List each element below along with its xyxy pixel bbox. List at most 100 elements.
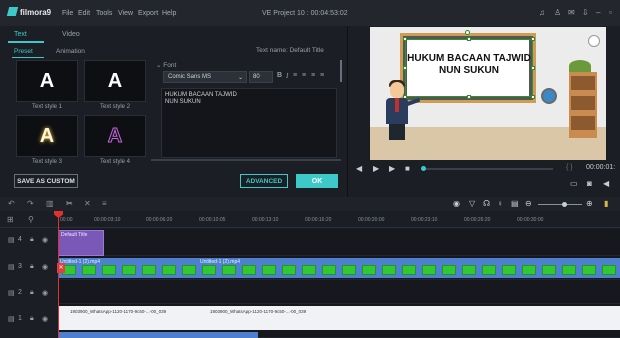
- menu-help[interactable]: Help: [162, 10, 176, 17]
- track-lane[interactable]: [58, 229, 620, 256]
- rotate-handle[interactable]: [465, 30, 470, 35]
- tab-text[interactable]: Text: [14, 31, 27, 38]
- lock-icon[interactable]: 🔒︎: [30, 315, 34, 323]
- zoom-out-icon[interactable]: ⊖: [525, 199, 532, 208]
- lock-icon[interactable]: 🔒︎: [30, 289, 34, 297]
- menu-view[interactable]: View: [118, 10, 133, 17]
- maximize-icon[interactable]: ▫: [609, 8, 612, 17]
- menu-export[interactable]: Export: [138, 10, 158, 17]
- align-right-icon[interactable]: ≡: [311, 72, 315, 79]
- link-icon[interactable]: ⚲: [28, 215, 34, 224]
- eye-icon[interactable]: ◉: [42, 289, 48, 297]
- ok-button[interactable]: OK: [296, 174, 338, 188]
- adjust-icon[interactable]: ≡: [102, 199, 107, 208]
- italic-button[interactable]: I: [286, 72, 288, 80]
- video-preview[interactable]: HUKUM BACAAN TAJWID NUN SUKUN: [370, 27, 606, 160]
- audio-mixer-icon[interactable]: ☊: [483, 199, 490, 208]
- render-icon[interactable]: ◉: [453, 199, 460, 208]
- volume-icon[interactable]: ◀: [603, 179, 609, 188]
- undo-icon[interactable]: ↶: [8, 199, 15, 208]
- menu-tools[interactable]: Tools: [96, 10, 112, 17]
- font-size-select[interactable]: 80: [249, 71, 273, 83]
- font-family-select[interactable]: Comic Sans MS ⌄: [163, 71, 247, 83]
- ruler-label: 00:00:13:10: [252, 217, 279, 223]
- previous-frame-icon[interactable]: ◀: [356, 164, 362, 173]
- play-icon[interactable]: ▶: [373, 164, 379, 173]
- menu-edit[interactable]: Edit: [78, 10, 90, 17]
- playback-progress-knob[interactable]: [421, 166, 426, 171]
- ruler-label: 00:00: [60, 217, 73, 223]
- clip-thumbnail: [382, 265, 396, 275]
- zoom-slider[interactable]: [538, 204, 582, 205]
- voiceover-icon[interactable]: ▤: [511, 199, 519, 208]
- resize-handle[interactable]: [531, 95, 535, 99]
- text-style-card-1[interactable]: A: [16, 60, 78, 102]
- clip-thumbnail: [102, 265, 116, 275]
- ruler-label: 00:00:26:20: [464, 217, 491, 223]
- align-center-icon[interactable]: ≡: [302, 72, 306, 79]
- clip-thumbnail: [222, 265, 236, 275]
- mail-icon[interactable]: ✉: [568, 8, 575, 17]
- marker-icon[interactable]: ▽: [469, 199, 475, 208]
- headphone-icon[interactable]: ♫: [539, 8, 545, 17]
- zoom-in-icon[interactable]: ⊕: [586, 199, 593, 208]
- subtab-animation[interactable]: Animation: [56, 48, 85, 55]
- text-style-card-2[interactable]: A: [84, 60, 146, 102]
- font-panel-scrollbar[interactable]: [340, 60, 342, 82]
- track-type-icon: ▤: [8, 316, 15, 323]
- screenshot-icon[interactable]: ▭: [570, 179, 578, 188]
- zoom-slider-knob[interactable]: [562, 202, 567, 207]
- text-content-input[interactable]: HUKUM BACAAN TAJWID NUN SUKUN: [161, 88, 337, 158]
- playback-progress-bar[interactable]: [423, 168, 553, 170]
- resize-handle[interactable]: [467, 37, 471, 41]
- subtab-preset[interactable]: Preset: [14, 48, 33, 55]
- video-clip[interactable]: [58, 258, 620, 278]
- ruler-label: 00:00:16:20: [305, 217, 332, 223]
- title-clip[interactable]: Default Title: [58, 230, 104, 256]
- align-left-icon[interactable]: ≡: [293, 72, 297, 79]
- video-clip-bottom[interactable]: [58, 332, 258, 338]
- save-as-custom-button[interactable]: SAVE AS CUSTOM: [14, 174, 78, 188]
- menu-file[interactable]: File: [62, 10, 73, 17]
- plant-image: [569, 60, 591, 72]
- download-icon[interactable]: ⇩: [582, 8, 589, 17]
- track-lane[interactable]: [58, 280, 620, 304]
- resize-handle[interactable]: [531, 37, 535, 41]
- minimize-icon[interactable]: –: [596, 8, 600, 17]
- mark-in-out-icon[interactable]: { }: [566, 164, 573, 171]
- microphone-icon[interactable]: ♀: [497, 199, 503, 208]
- more-options-icon[interactable]: ▮: [604, 199, 608, 208]
- next-frame-icon[interactable]: ▶: [389, 164, 395, 173]
- eye-icon[interactable]: ◉: [42, 263, 48, 271]
- align-justify-icon[interactable]: ≡: [320, 72, 324, 79]
- resize-handle[interactable]: [403, 37, 407, 41]
- user-icon[interactable]: ♙: [554, 8, 561, 17]
- clip-thumbnail: [522, 265, 536, 275]
- delete-icon[interactable]: ▥: [46, 199, 54, 208]
- cut-icon[interactable]: ✕: [84, 199, 91, 208]
- playhead-line[interactable]: [58, 212, 59, 338]
- clip-thumbnail: [602, 265, 616, 275]
- ruler-label: 00:00:10:05: [199, 217, 226, 223]
- snapshot-camera-icon[interactable]: ◙: [587, 179, 592, 188]
- text-style-card-3[interactable]: A: [16, 115, 78, 157]
- font-section-header[interactable]: ⌄ Font: [156, 61, 176, 69]
- wall-clock-image: [588, 35, 600, 47]
- bold-button[interactable]: B: [277, 72, 282, 79]
- clip-thumbnail: [582, 265, 596, 275]
- clip-thumbnail: [482, 265, 496, 275]
- lock-icon[interactable]: 🔒︎: [30, 263, 34, 271]
- advanced-button[interactable]: ADVANCED: [240, 174, 288, 188]
- resize-handle[interactable]: [467, 95, 471, 99]
- eye-icon[interactable]: ◉: [42, 236, 48, 244]
- redo-icon[interactable]: ↷: [27, 199, 34, 208]
- stop-icon[interactable]: ■: [405, 164, 410, 173]
- add-track-icon[interactable]: ⊞: [7, 215, 14, 224]
- text-style-card-4[interactable]: A: [84, 115, 146, 157]
- lock-icon[interactable]: 🔒︎: [30, 236, 34, 244]
- tab-video[interactable]: Video: [62, 31, 80, 38]
- bookshelf-image: [569, 72, 597, 138]
- cut-icon[interactable]: ✂: [66, 199, 73, 208]
- eye-icon[interactable]: ◉: [42, 315, 48, 323]
- panel-scrollbar[interactable]: [151, 159, 341, 161]
